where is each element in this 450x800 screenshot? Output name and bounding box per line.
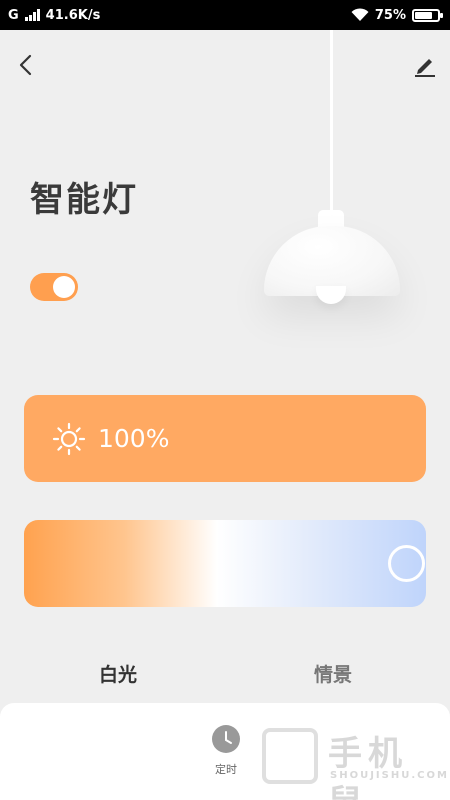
- tab-scene[interactable]: 情景: [314, 660, 352, 687]
- pencil-icon: [415, 59, 435, 77]
- watermark-brand: 手机鼠: [328, 734, 408, 800]
- lamp-bulb: [316, 286, 346, 304]
- watermark-domain: SHOUJISHU.COM: [330, 770, 449, 781]
- color-slider-handle[interactable]: [388, 545, 425, 582]
- watermark-mouse-icon: [262, 728, 318, 784]
- wifi-icon: [351, 8, 369, 21]
- timer-label: 定时: [215, 763, 237, 776]
- edit-button[interactable]: [410, 50, 440, 80]
- brightness-control[interactable]: 100%: [24, 395, 426, 482]
- brightness-value: 100%: [98, 424, 170, 453]
- lamp-cord: [330, 30, 333, 212]
- clock-icon: [212, 725, 240, 753]
- power-toggle[interactable]: [30, 273, 78, 301]
- network-speed: 41.6K/s: [45, 7, 101, 23]
- watermark-logo: 手机鼠 SHOUJISHU.COM: [262, 722, 447, 800]
- timer-button[interactable]: 定时: [206, 725, 246, 785]
- battery-icon: [412, 8, 443, 22]
- back-button[interactable]: [14, 50, 42, 80]
- battery-fill: [415, 11, 432, 19]
- toggle-knob: [53, 276, 75, 298]
- battery-percent: 75%: [374, 7, 406, 23]
- tab-white-light[interactable]: 白光: [99, 660, 137, 687]
- chevron-left-icon: [19, 54, 32, 76]
- signal-icon: [24, 9, 40, 21]
- sun-icon: [52, 422, 86, 455]
- network-type: G: [8, 7, 19, 23]
- color-temperature-slider[interactable]: [24, 520, 426, 607]
- status-bar: G 41.6K/s 75%: [0, 0, 450, 30]
- smart-lamp-screen: G 41.6K/s 75% 智能灯 100% 白光 情景 定时 手机 SHOUJ…: [0, 0, 450, 800]
- page-title: 智能灯: [30, 180, 138, 220]
